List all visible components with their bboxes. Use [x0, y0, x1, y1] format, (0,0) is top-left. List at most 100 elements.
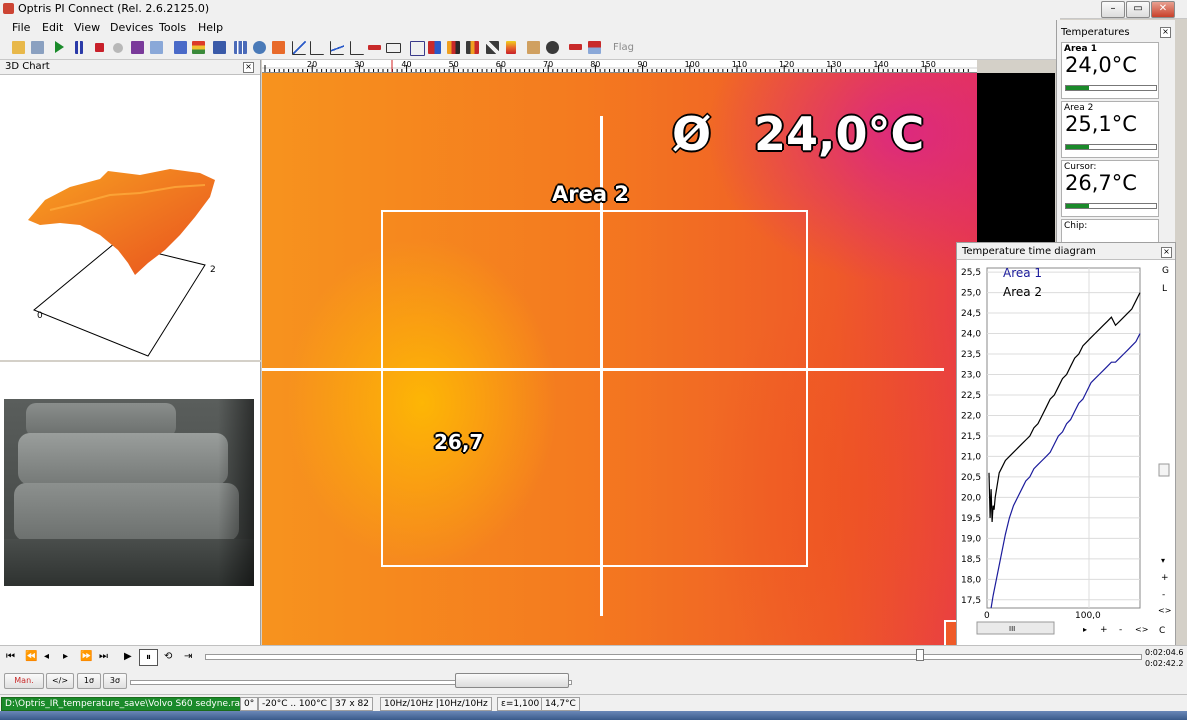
- temp-box-area-2[interactable]: Area 2 25,1°C: [1061, 101, 1159, 158]
- levels-icon[interactable]: [447, 41, 460, 54]
- side-zoom-out[interactable]: -: [1162, 590, 1165, 600]
- restore-button[interactable]: ▭: [1126, 1, 1150, 18]
- scroll-down-arrow[interactable]: ▾: [1161, 556, 1165, 565]
- playback-bar: ⏮ ⏪ ◂ ▸ ⏩ ⏭ ▶ ⏸ ⟲ ⇥ 0:02:04.6 0:02:42.2: [0, 645, 1187, 671]
- visual-image-panel: [0, 362, 261, 645]
- time-diagram-close-icon[interactable]: ×: [1161, 247, 1172, 258]
- step-back-icon[interactable]: ◂: [44, 651, 49, 662]
- vertical-scroll-thumb[interactable]: [1158, 463, 1170, 477]
- status-file-path: D:\Optris_IR_temperature_save\Volvo S60 …: [1, 697, 252, 711]
- ruler-label: 130: [826, 60, 842, 69]
- snapshot-icon[interactable]: [569, 44, 582, 50]
- menu-edit[interactable]: Edit: [42, 21, 63, 34]
- temp-box-chip[interactable]: Chip:: [1061, 219, 1159, 243]
- palette-icon[interactable]: [192, 41, 205, 54]
- line-chart-icon[interactable]: [292, 41, 306, 55]
- loop-icon[interactable]: ⟲: [164, 651, 172, 662]
- y-tick-label: 18,5: [961, 555, 981, 565]
- temp-value-area-2: 25,1°C: [1065, 112, 1137, 136]
- ruler-label: 150: [920, 60, 936, 69]
- hotspot-icon[interactable]: [272, 41, 285, 54]
- area-icon[interactable]: [410, 41, 425, 56]
- play-icon[interactable]: [55, 41, 64, 53]
- thermal-image[interactable]: Area 2 Ø 24,0°C 26,7: [262, 73, 977, 645]
- fit-button[interactable]: <>: [1135, 625, 1148, 634]
- temp-bar-area-2: [1065, 144, 1157, 150]
- menu-devices[interactable]: Devices: [110, 21, 153, 34]
- 3d-surface: [28, 169, 215, 275]
- playback-pause-icon[interactable]: ⏸: [139, 649, 158, 666]
- scroll-right-arrow[interactable]: ▸: [1083, 625, 1087, 634]
- compare-icon[interactable]: [428, 41, 441, 54]
- settings-icon[interactable]: [546, 41, 559, 54]
- trend-icon[interactable]: [330, 41, 344, 55]
- minimize-button[interactable]: –: [1101, 1, 1125, 18]
- stop-icon[interactable]: [95, 43, 104, 52]
- side-label-g[interactable]: G: [1162, 266, 1169, 276]
- horizontal-scroll-thumb[interactable]: [976, 621, 1055, 635]
- layout-icon[interactable]: [174, 41, 187, 54]
- export-icon[interactable]: [588, 41, 601, 54]
- menu-tools[interactable]: Tools: [159, 21, 186, 34]
- time-diagram-chart[interactable]: 17,5 18,0 18,5 19,0 19,5 20,0 20,5 21,0 21,5 22,0…: [957, 260, 1175, 646]
- menu-help[interactable]: Help: [198, 21, 223, 34]
- close-button[interactable]: ✕: [1151, 1, 1175, 18]
- cursor-temperature: 26,7: [434, 430, 484, 454]
- ruler-label: 60: [495, 60, 506, 69]
- menu-view[interactable]: View: [74, 21, 100, 34]
- histogram-icon[interactable]: [234, 41, 247, 54]
- zoom-in-button[interactable]: +: [1100, 625, 1108, 635]
- line-measure-icon[interactable]: [368, 45, 381, 50]
- average-symbol: Ø: [672, 107, 712, 161]
- zoom-out-button[interactable]: -: [1119, 625, 1122, 635]
- scale-icon[interactable]: [466, 41, 479, 54]
- manual-mode-button[interactable]: Man.: [4, 673, 44, 689]
- y-tick-label: 19,0: [961, 534, 981, 544]
- compare-button[interactable]: </>: [46, 673, 74, 689]
- first-frame-icon[interactable]: ⏮: [6, 651, 15, 662]
- side-fit[interactable]: <>: [1158, 606, 1171, 615]
- rewind-fast-icon[interactable]: ⏪: [25, 651, 37, 662]
- pause-icon[interactable]: [75, 41, 83, 54]
- y-tick-label: 23,5: [961, 350, 981, 360]
- playback-position-handle[interactable]: [916, 649, 924, 661]
- 3d-chart-icon[interactable]: [253, 41, 266, 54]
- time-diagram-icon[interactable]: [350, 41, 364, 55]
- one-sigma-button[interactable]: 1σ: [77, 673, 101, 689]
- tools-icon[interactable]: [486, 41, 499, 54]
- playback-time-current: 0:02:04.6: [1145, 648, 1184, 657]
- step-forward-icon[interactable]: ▸: [63, 651, 68, 662]
- profile-icon[interactable]: [310, 41, 324, 55]
- 3d-surface-plot[interactable]: 2 0: [0, 75, 260, 359]
- side-label-l[interactable]: L: [1162, 284, 1167, 294]
- last-frame-icon[interactable]: ⏭: [99, 651, 108, 662]
- image-icon[interactable]: [213, 41, 226, 54]
- temp-box-area-1[interactable]: Area 1 24,0°C: [1061, 42, 1159, 99]
- area-2-rectangle[interactable]: [381, 210, 808, 567]
- ruler-icon[interactable]: [386, 43, 401, 53]
- side-zoom-in[interactable]: +: [1161, 573, 1169, 583]
- flag-button[interactable]: Flag: [613, 42, 634, 53]
- playback-play-icon[interactable]: ▶: [124, 651, 132, 662]
- record-icon[interactable]: [113, 43, 123, 53]
- menu-file[interactable]: File: [12, 21, 30, 34]
- temperatures-close-icon[interactable]: ×: [1160, 27, 1171, 38]
- forward-fast-icon[interactable]: ⏩: [80, 651, 92, 662]
- 3d-chart-close-icon[interactable]: ×: [243, 62, 254, 73]
- playback-timeline[interactable]: [205, 654, 1142, 660]
- 3d-chart-header: 3D Chart ×: [0, 60, 260, 75]
- open-icon[interactable]: [12, 41, 25, 54]
- camera-icon[interactable]: [131, 41, 144, 54]
- three-sigma-button[interactable]: 3σ: [103, 673, 127, 689]
- range-slider-thumb[interactable]: [455, 673, 569, 688]
- clear-button[interactable]: C: [1159, 626, 1165, 636]
- colorbar-icon[interactable]: [506, 41, 516, 54]
- seat-backrest-photo: [26, 403, 176, 437]
- marker-icon[interactable]: ⇥: [184, 651, 192, 662]
- save-icon[interactable]: [31, 41, 44, 54]
- x-tick-label: 100,0: [1075, 611, 1101, 621]
- status-bar: D:\Optris_IR_temperature_save\Volvo S60 …: [0, 694, 1187, 712]
- alarm-icon[interactable]: [527, 41, 540, 54]
- copy-icon[interactable]: [150, 41, 163, 54]
- temp-box-cursor[interactable]: Cursor: 26,7°C: [1061, 160, 1159, 217]
